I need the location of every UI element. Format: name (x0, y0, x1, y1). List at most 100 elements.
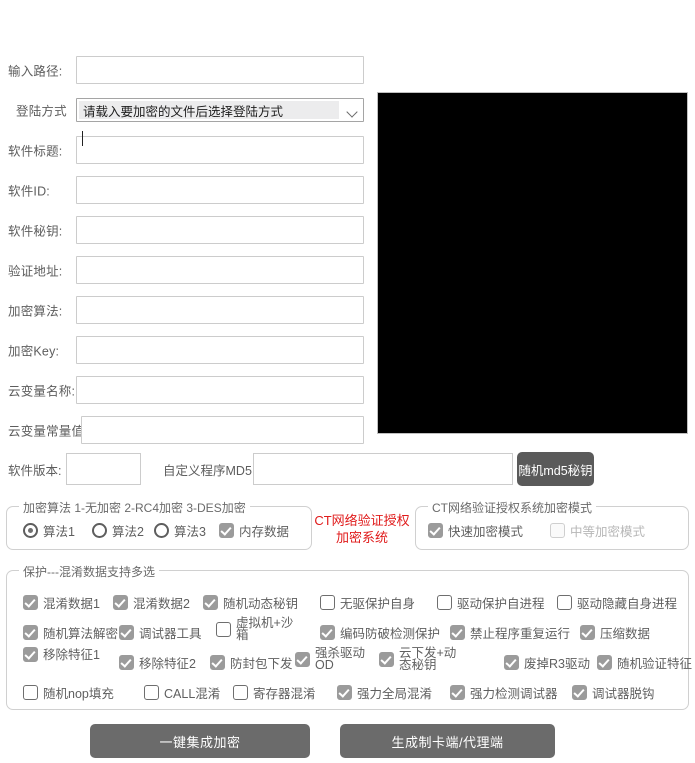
radio-algorithm-3[interactable]: 算法3 (154, 521, 206, 540)
software-version-field[interactable] (66, 453, 141, 485)
checkbox-label: CALL混淆 (164, 687, 221, 701)
generate-card-agent-button[interactable]: 生成制卡端/代理端 (340, 724, 555, 758)
checkbox-debugger-tools[interactable]: 调试器工具 (119, 623, 202, 642)
one-click-encrypt-button[interactable]: 一键集成加密 (90, 724, 310, 758)
checkbox-driver-hide-process[interactable]: 驱动隐藏自身进程 (557, 593, 677, 612)
main-form: 输入路径: 登陆方式 请载入要加密的文件后选择登陆方式 软件标题: 软件ID: … (0, 50, 372, 450)
software-version-label: 软件版本: (8, 464, 62, 478)
checkbox-label: 寄存器混淆 (253, 687, 316, 701)
cloud-var-value-field[interactable] (81, 416, 364, 444)
checkbox-strong-debugger-detect[interactable]: 强力检测调试器 (450, 683, 558, 702)
checkbox-strong-global-obfuscate[interactable]: 强力全局混淆 (337, 683, 432, 702)
checkbox-fast-encryption-mode[interactable]: 快速加密模式 (428, 521, 523, 540)
verify-address-field[interactable] (76, 256, 364, 284)
checkbox-driverless-self-protect[interactable]: 无驱保护自身 (320, 593, 415, 612)
encrypt-algorithm-field[interactable] (76, 296, 364, 324)
checkbox-medium-encryption-mode: 中等加密模式 (550, 521, 645, 540)
checkbox-icon (428, 523, 443, 538)
login-method-select[interactable]: 请载入要加密的文件后选择登陆方式 (76, 98, 364, 122)
radio-algorithm-2[interactable]: 算法2 (92, 521, 144, 540)
radio-algorithm-1[interactable]: 算法1 (23, 521, 75, 540)
checkbox-label: 移除特征1 (43, 647, 100, 662)
checkbox-random-dynamic-key[interactable]: 随机动态秘钥 (203, 593, 298, 612)
checkbox-medium-encryption-mode-label: 中等加密模式 (570, 525, 646, 539)
checkbox-label: 废掉R3驱动 (524, 657, 590, 671)
checkbox-label: 调试器工具 (139, 627, 202, 641)
checkbox-label: 随机动态秘钥 (223, 597, 299, 611)
checkbox-memory-data[interactable]: 内存数据 (219, 521, 289, 540)
encryption-mode-group-legend: CT网络验证授权系统加密模式 (428, 499, 596, 516)
software-id-field[interactable] (76, 176, 364, 204)
checkbox-kill-driver-od[interactable]: 强杀驱动OD (295, 647, 373, 671)
checkbox-icon (219, 523, 234, 538)
checkbox-icon (23, 595, 38, 610)
algorithm-group: 加密算法 1-无加密 2-RC4加密 3-DES加密 算法1 算法2 算法3 内… (6, 499, 312, 550)
checkbox-label: 随机nop填充 (43, 687, 114, 701)
checkbox-obfuscate-data-1[interactable]: 混淆数据1 (23, 593, 100, 612)
custom-md5-label: 自定义程序MD5: (163, 464, 256, 478)
form-row-input-path: 输入路径: (0, 50, 372, 90)
checkbox-vm-sandbox[interactable]: 虚拟机+沙箱 (216, 617, 294, 641)
checkbox-anti-packet-push[interactable]: 防封包下发 (210, 653, 293, 672)
checkbox-label: 强杀驱动OD (315, 646, 366, 672)
checkbox-driver-protect-process[interactable]: 驱动保护自进程 (437, 593, 545, 612)
form-row-cloud-var-value: 云变量常量值 (0, 410, 372, 450)
random-md5-key-button[interactable]: 随机md5秘钥 (517, 452, 594, 486)
checkbox-random-nop-fill[interactable]: 随机nop填充 (23, 683, 114, 702)
checkbox-icon (550, 523, 565, 538)
checkbox-icon (119, 625, 134, 640)
checkbox-random-verify-signature[interactable]: 随机验证特征 (597, 653, 692, 672)
protection-group-legend: 保护---混淆数据支持多选 (19, 563, 159, 580)
radio-algorithm-1-label: 算法1 (43, 525, 75, 539)
checkbox-label: 随机验证特征 (617, 657, 693, 671)
checkbox-label: 驱动隐藏自身进程 (577, 597, 678, 611)
checkbox-label: 禁止程序重复运行 (470, 627, 571, 641)
checkbox-icon (113, 595, 128, 610)
checkbox-icon (379, 651, 394, 667)
custom-md5-field[interactable] (253, 453, 513, 485)
input-path-field[interactable] (76, 56, 364, 84)
checkbox-icon (437, 595, 452, 610)
form-row-verify-address: 验证地址: (0, 250, 372, 290)
checkbox-label: 压缩数据 (600, 627, 651, 641)
checkbox-icon (295, 651, 310, 667)
checkbox-label: 云下发+动态秘钥 (399, 646, 457, 672)
checkbox-random-algorithm-decrypt[interactable]: 随机算法解密 (23, 623, 118, 642)
software-title-field[interactable] (76, 136, 364, 164)
checkbox-icon (203, 595, 218, 610)
algorithm-group-legend: 加密算法 1-无加密 2-RC4加密 3-DES加密 (19, 499, 250, 516)
version-md5-row: 软件版本: 自定义程序MD5: 随机md5秘钥 (0, 450, 695, 488)
checkbox-label: 随机算法解密 (43, 627, 119, 641)
checkbox-compress-data[interactable]: 压缩数据 (580, 623, 650, 642)
form-row-cloud-var-name: 云变量名称: (0, 370, 372, 410)
checkbox-label: 移除特征2 (139, 657, 196, 671)
form-row-login-method: 登陆方式 请载入要加密的文件后选择登陆方式 (0, 90, 372, 130)
checkbox-icon (320, 625, 335, 640)
encrypt-algorithm-label: 加密算法: (8, 304, 63, 319)
software-key-field[interactable] (76, 216, 364, 244)
checkbox-cloud-push-dynamic-key[interactable]: 云下发+动态秘钥 (379, 647, 457, 671)
software-title-label: 软件标题: (8, 144, 63, 159)
form-row-software-title: 软件标题: (0, 130, 372, 170)
checkbox-icon (504, 655, 519, 670)
checkbox-disable-r3-driver[interactable]: 废掉R3驱动 (504, 653, 590, 672)
checkbox-icon (572, 685, 587, 700)
radio-algorithm-3-label: 算法3 (174, 525, 206, 539)
checkbox-register-obfuscate[interactable]: 寄存器混淆 (233, 683, 316, 702)
login-method-selected-value: 请载入要加密的文件后选择登陆方式 (79, 101, 339, 119)
checkbox-prevent-duplicate-run[interactable]: 禁止程序重复运行 (450, 623, 570, 642)
checkbox-label: 强力检测调试器 (470, 687, 558, 701)
text-cursor (82, 131, 83, 146)
encrypt-key-field[interactable] (76, 336, 364, 364)
checkbox-icon (557, 595, 572, 610)
checkbox-icon (23, 685, 38, 700)
checkbox-remove-signature-2[interactable]: 移除特征2 (119, 653, 196, 672)
checkbox-debugger-unhook[interactable]: 调试器脱钩 (572, 683, 655, 702)
software-key-label: 软件秘钥: (8, 224, 63, 239)
checkbox-remove-signature-1[interactable]: 移除特征1 (23, 647, 100, 662)
checkbox-encode-anticrack-detect[interactable]: 编码防破检测保护 (320, 623, 440, 642)
checkbox-icon (23, 625, 38, 640)
cloud-var-name-field[interactable] (76, 376, 364, 404)
checkbox-obfuscate-data-2[interactable]: 混淆数据2 (113, 593, 190, 612)
checkbox-call-obfuscate[interactable]: CALL混淆 (144, 683, 220, 702)
